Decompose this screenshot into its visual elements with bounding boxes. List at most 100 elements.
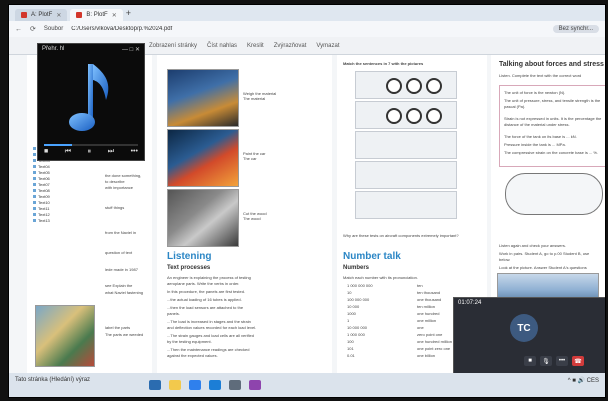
note-text: see Explain the	[105, 283, 133, 288]
word-cell: one	[417, 325, 424, 330]
text-box-line: Pressure inside the tank is ... MPa.	[504, 142, 566, 147]
new-tab-button[interactable]: +	[126, 8, 131, 18]
stop-icon[interactable]: ■	[44, 148, 48, 156]
word-cell: one hundred million	[417, 339, 452, 344]
back-icon[interactable]: ←	[15, 26, 22, 33]
list-item: Text13	[33, 217, 73, 223]
gauge-icon	[386, 78, 402, 94]
previous-icon[interactable]: ⏮	[65, 148, 71, 156]
footer-line: Look at the picture. Answer Student A's …	[499, 265, 587, 270]
text-box: The unit of force is the newton (N). The…	[499, 85, 605, 167]
body-line: ...Then the maintenance readings are che…	[167, 347, 250, 352]
pdf-icon	[21, 12, 27, 18]
body-line: ...The load is increased in stages and t…	[167, 319, 251, 324]
url-field[interactable]: C:/Users/vlkova/Desktop/p.%2024.pdf	[71, 26, 544, 32]
photo-cut	[167, 189, 239, 247]
far-page-title: Talking about forces and stress	[499, 61, 604, 68]
body-line: ...The strain gauges and load cells are …	[167, 333, 254, 338]
note-text: what Naviel fastening	[105, 290, 144, 295]
number-talk-heading: Number talk	[343, 251, 401, 262]
sync-button[interactable]: Bez synchr...	[552, 25, 599, 33]
caption-paint: Paint the car The car	[243, 151, 266, 161]
footer-line: Work in pairs. Student A, go to p.00 Stu…	[499, 251, 590, 256]
number-cell: 0.01	[347, 353, 355, 358]
end-call-button[interactable]: ☎	[572, 356, 584, 366]
numbers-subheading: Numbers	[343, 265, 370, 271]
match-instruction: Match each number with its pronunciation…	[343, 275, 418, 280]
tank-illustration	[505, 173, 603, 215]
toolbar-item-erase[interactable]: Vymazat	[316, 43, 339, 49]
player-controls: ■ ⏮ ⏸ ⏭ •••	[44, 148, 138, 156]
number-cell: 100 000 000	[347, 297, 370, 302]
browser-tab-active[interactable]: B: PlotF ✕	[70, 9, 123, 21]
text-box-line: distance of the material under stress.	[504, 122, 570, 127]
word-cell: one point zero one	[417, 346, 451, 351]
pdf-icon	[76, 12, 83, 18]
gauge-icon	[406, 78, 422, 94]
body-line: An engineer is explaining the process of…	[167, 275, 251, 280]
number-cell: 10 000	[347, 304, 360, 309]
pdf-page-middle: Weigh the material The material Paint th…	[157, 55, 332, 373]
gauge-icon	[426, 108, 442, 124]
note-text: with importance	[105, 185, 134, 190]
number-cell: 100	[347, 339, 354, 344]
tab-label: A: PlotF	[31, 12, 53, 18]
edge-icon[interactable]	[189, 380, 201, 390]
app-icon[interactable]	[229, 380, 241, 390]
more-icon[interactable]: •••	[556, 356, 568, 366]
note-text: lede made in 1987	[105, 267, 138, 272]
toolbar-item-page-view[interactable]: Zobrazení stránky	[149, 43, 197, 49]
browser-tabbar: A: PlotF ✕ B: PlotF ✕ +	[9, 5, 605, 21]
body-line: and deflection values recorded for each …	[167, 325, 257, 330]
pause-icon[interactable]: ⏸	[88, 148, 92, 156]
scheme-label: Soubor	[43, 26, 64, 32]
call-controls: ■ 🎙 ••• ☎	[524, 356, 584, 366]
text-box-line: The force of the tank on its base is ...…	[504, 134, 577, 139]
text-box-line: The compressive strain on the concrete b…	[504, 150, 599, 155]
body-line: panels.	[167, 311, 180, 316]
windows-start-icon[interactable]	[149, 380, 161, 390]
body-line: aeroplane parts. Write the verbs in orde…	[167, 281, 240, 286]
mail-icon[interactable]	[209, 380, 221, 390]
photo-parts	[35, 305, 95, 367]
number-cell: 1	[347, 318, 350, 323]
toolbar-item-read-aloud[interactable]: Číst nahlas	[207, 43, 237, 49]
taskbar-search-text[interactable]: Tato stránka (Hledání) výraz	[15, 377, 90, 383]
body-line: against the expected values.	[167, 353, 218, 358]
text-box-line: The unit of pressure, stress, and tensil…	[504, 98, 601, 103]
player-title: Přehr. hl	[42, 46, 65, 52]
window-controls[interactable]: — □ ✕	[122, 46, 140, 53]
system-tray[interactable]: ^ ■ 🔊 CES	[568, 377, 599, 384]
microphone-icon[interactable]: 🎙	[540, 356, 552, 366]
close-icon[interactable]: ✕	[112, 12, 117, 19]
next-icon[interactable]: ⏭	[108, 148, 114, 156]
body-line: ...then the load sensors are attached to…	[167, 305, 244, 310]
word-cell: ten million	[417, 304, 436, 309]
note-text: stuff things	[105, 205, 125, 210]
close-icon[interactable]: ✕	[56, 12, 61, 19]
footer-line: below.	[499, 257, 511, 262]
camera-icon[interactable]: ■	[524, 356, 536, 366]
screen: A: PlotF ✕ B: PlotF ✕ + ← ⟳ Soubor C:/Us…	[8, 4, 606, 398]
word-cell: ten thousand	[417, 290, 441, 295]
seek-bar[interactable]	[44, 144, 138, 146]
more-icon[interactable]: •••	[131, 148, 138, 156]
number-cell: 10	[347, 290, 352, 295]
media-player-window[interactable]: Přehr. hl — □ ✕ ■ ⏮ ⏸ ⏭ •••	[37, 43, 145, 161]
word-cell: one thousand	[417, 297, 442, 302]
number-cell: 1000	[347, 311, 356, 316]
body-line: In this procedure, the panels are first …	[167, 289, 246, 294]
toolbar-item-draw[interactable]: Kreslit	[247, 43, 264, 49]
question-text: Why are these tests on aircraft componen…	[343, 233, 459, 238]
gauge-icon	[426, 78, 442, 94]
video-call-window[interactable]: 01:07:24 TC ■ 🎙 ••• ☎	[453, 297, 605, 377]
taskbar	[9, 373, 605, 397]
file-explorer-icon[interactable]	[169, 380, 181, 390]
toolbar-item-highlight[interactable]: Zvýrazňovat	[274, 43, 307, 49]
diagram-press-2	[355, 161, 457, 189]
photo-paint	[167, 129, 239, 187]
browser-tab[interactable]: A: PlotF ✕	[15, 9, 68, 21]
call-timer: 01:07:24	[458, 300, 482, 306]
reload-icon[interactable]: ⟳	[30, 25, 36, 33]
app-icon[interactable]	[249, 380, 261, 390]
